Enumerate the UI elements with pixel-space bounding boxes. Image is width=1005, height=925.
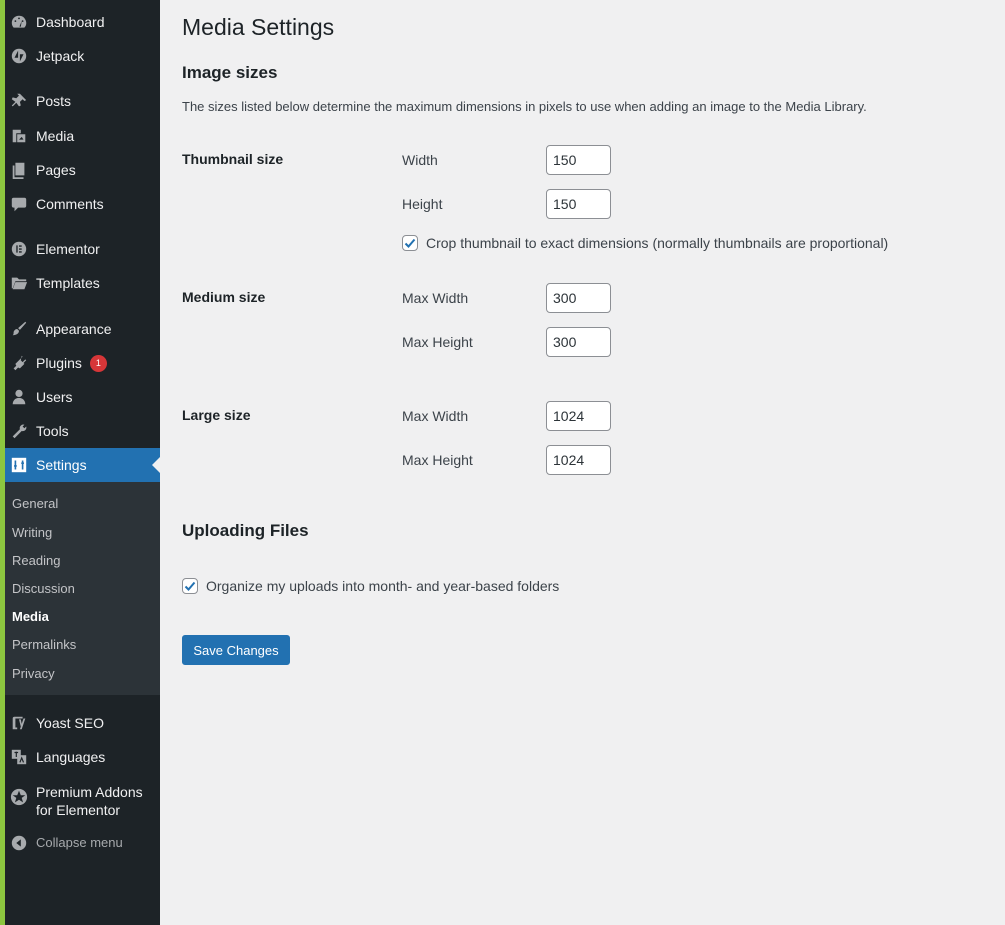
large-width-input[interactable]	[546, 401, 611, 431]
image-sizes-heading: Image sizes	[182, 63, 278, 82]
thumbnail-height-label: Height	[402, 196, 443, 212]
submenu-item-writing[interactable]: Writing	[12, 525, 52, 540]
sidebar-item-label: Users	[36, 389, 73, 405]
elementor-icon	[9, 239, 29, 259]
sidebar-item-elementor[interactable]: Elementor	[0, 232, 160, 266]
sidebar-item-label: Jetpack	[36, 48, 85, 64]
comment-icon	[9, 194, 29, 214]
image-sizes-description: The sizes listed below determine the max…	[182, 99, 867, 114]
admin-sidebar: Dashboard Jetpack Posts Media Pages Comm…	[0, 0, 160, 925]
thumbnail-width-input[interactable]	[546, 145, 611, 175]
sidebar-item-posts[interactable]: Posts	[0, 84, 160, 118]
medium-height-label: Max Height	[402, 334, 473, 350]
medium-height-input[interactable]	[546, 327, 611, 357]
sidebar-item-appearance[interactable]: Appearance	[0, 312, 160, 346]
sidebar-item-label: Plugins	[36, 355, 82, 371]
sidebar-item-languages[interactable]: Languages	[0, 740, 160, 774]
crop-thumbnail-checkbox[interactable]	[402, 235, 418, 251]
medium-size-title: Medium size	[182, 289, 266, 305]
crop-thumbnail-label: Crop thumbnail to exact dimensions (norm…	[426, 235, 889, 251]
dashboard-icon	[9, 12, 29, 32]
sidebar-item-label: Yoast SEO	[36, 715, 104, 731]
jetpack-icon	[9, 46, 29, 66]
sidebar-item-dashboard[interactable]: Dashboard	[0, 5, 160, 39]
organize-uploads-option[interactable]: Organize my uploads into month- and year…	[182, 578, 559, 594]
sidebar-item-label: Elementor	[36, 241, 100, 257]
submenu-item-reading[interactable]: Reading	[12, 553, 60, 568]
sidebar-accent-bar	[0, 0, 5, 925]
sidebar-item-pages[interactable]: Pages	[0, 153, 160, 187]
wrench-icon	[9, 421, 29, 441]
sidebar-item-label-line2: for Elementor	[36, 802, 121, 818]
sidebar-item-settings[interactable]: Settings	[0, 448, 160, 482]
sidebar-item-label: Settings	[36, 457, 87, 473]
sidebar-item-label: Posts	[36, 93, 72, 109]
update-count-badge: 1	[89, 354, 107, 372]
media-icon	[9, 126, 29, 146]
settings-icon	[9, 455, 29, 475]
submenu-item-discussion[interactable]: Discussion	[12, 581, 75, 596]
organize-uploads-label: Organize my uploads into month- and year…	[206, 578, 560, 594]
sidebar-item-label: Pages	[36, 162, 76, 178]
active-pointer	[152, 457, 160, 473]
pages-icon	[9, 160, 29, 180]
submenu-item-permalinks[interactable]: Permalinks	[12, 637, 76, 652]
sidebar-item-premium-addons[interactable]: Premium Addons for Elementor	[0, 781, 160, 821]
submenu-item-privacy[interactable]: Privacy	[12, 666, 55, 681]
plugin-icon	[9, 353, 29, 373]
page-title: Media Settings	[182, 14, 335, 40]
sidebar-item-tools[interactable]: Tools	[0, 414, 160, 448]
premium-addons-icon	[9, 787, 29, 807]
yoast-icon	[9, 713, 29, 733]
sidebar-item-label: Languages	[36, 749, 106, 765]
sidebar-item-label: Comments	[36, 196, 104, 212]
translation-icon	[9, 747, 29, 767]
sidebar-item-label: Tools	[36, 423, 69, 439]
save-changes-button[interactable]: Save Changes	[182, 635, 290, 665]
medium-width-input[interactable]	[546, 283, 611, 313]
sidebar-item-users[interactable]: Users	[0, 380, 160, 414]
collapse-menu-button[interactable]: Collapse menu	[0, 826, 160, 860]
organize-uploads-checkbox[interactable]	[182, 578, 198, 594]
paintbrush-icon	[9, 319, 29, 339]
thumbnail-width-label: Width	[402, 152, 438, 168]
pin-icon	[9, 91, 29, 111]
sidebar-item-label: Appearance	[36, 321, 112, 337]
thumbnail-height-input[interactable]	[546, 189, 611, 219]
sidebar-item-label: Media	[36, 128, 75, 144]
submenu-item-general[interactable]: General	[12, 496, 58, 511]
folder-icon	[9, 273, 29, 293]
sidebar-item-label: Dashboard	[36, 14, 105, 30]
sidebar-item-label: Premium Addons	[36, 784, 143, 800]
thumbnail-size-title: Thumbnail size	[182, 151, 284, 167]
collapse-icon	[9, 833, 29, 853]
crop-thumbnail-option[interactable]: Crop thumbnail to exact dimensions (norm…	[402, 235, 888, 251]
sidebar-item-media[interactable]: Media	[0, 119, 160, 153]
large-height-input[interactable]	[546, 445, 611, 475]
sidebar-item-jetpack[interactable]: Jetpack	[0, 39, 160, 73]
user-icon	[9, 387, 29, 407]
sidebar-item-yoast[interactable]: Yoast SEO	[0, 706, 160, 740]
sidebar-item-templates[interactable]: Templates	[0, 266, 160, 300]
medium-width-label: Max Width	[402, 290, 469, 306]
large-height-label: Max Height	[402, 452, 473, 468]
sidebar-item-plugins[interactable]: Plugins 1	[0, 346, 160, 380]
sidebar-item-comments[interactable]: Comments	[0, 187, 160, 221]
uploading-files-heading: Uploading Files	[182, 521, 309, 540]
sidebar-item-label: Templates	[36, 275, 100, 291]
large-width-label: Max Width	[402, 408, 469, 424]
submenu-item-media[interactable]: Media	[12, 609, 49, 624]
sidebar-item-label: Collapse menu	[36, 835, 123, 850]
large-size-title: Large size	[182, 407, 251, 423]
